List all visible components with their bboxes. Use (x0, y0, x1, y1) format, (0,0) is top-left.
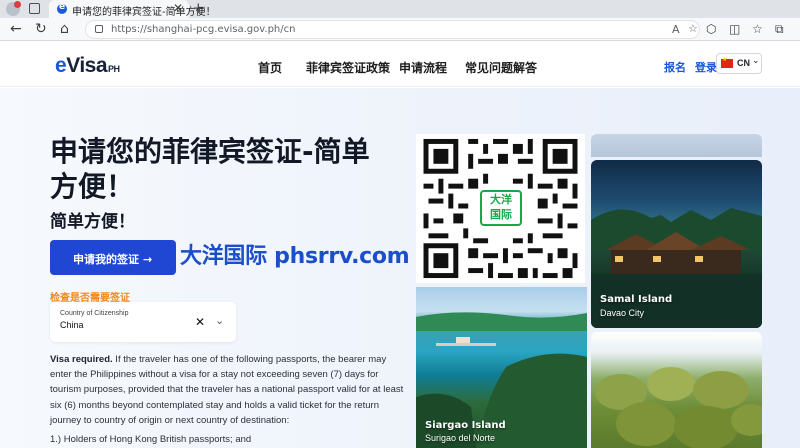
browser-toolbar: ← ↻ ⌂ https://shanghai-pcg.evisa.gov.ph/… (0, 18, 800, 41)
chocolate-hills-scene (595, 367, 762, 448)
url-text: https://shanghai-pcg.evisa.gov.ph/cn (111, 24, 296, 35)
china-flag-icon (721, 56, 733, 68)
site-favicon-icon (57, 2, 67, 14)
destination-card-samal[interactable]: Samal Island Davao City (591, 160, 762, 328)
browser-tab[interactable]: 申请您的菲律宾签证-简单方便！ ✕ (49, 0, 216, 18)
qr-logo-line2: 国际 (490, 208, 512, 221)
chevron-down-icon[interactable]: ⌄ (215, 314, 224, 327)
language-select[interactable]: CN ⌄ (716, 53, 762, 74)
siargao-location: Surigao del Norte (425, 433, 496, 443)
language-code: CN (737, 58, 750, 68)
nav-home[interactable]: 首页 (258, 59, 282, 76)
workspaces-icon[interactable] (29, 3, 40, 14)
favorite-icon[interactable]: ☆ (688, 22, 698, 35)
nav-process[interactable]: 申请流程 (399, 59, 447, 76)
clear-icon[interactable]: ✕ (195, 315, 205, 329)
tab-close-icon[interactable]: ✕ (173, 1, 183, 15)
split-screen-icon[interactable]: ◫ (729, 20, 740, 38)
logo-suffix: PH (108, 64, 120, 74)
site-header: eVisaPH 首页 菲律宾签证政策 申请流程 常见问题解答 报名 登录 CN … (0, 42, 800, 87)
new-tab-button[interactable]: + (192, 0, 205, 17)
lock-icon (95, 25, 103, 33)
samal-location: Davao City (600, 308, 645, 318)
destination-card-siargao[interactable]: Siargao Island Surigao del Norte (416, 287, 587, 448)
evisa-logo[interactable]: eVisaPH (55, 54, 120, 78)
apply-visa-button[interactable]: 申请我的签证 → (50, 240, 176, 275)
visa-notice-bold: Visa required. (50, 354, 113, 365)
logo-e: e (55, 54, 67, 77)
qr-logo-line1: 大洋 (490, 193, 512, 206)
country-field-label: Country of Citizenship (60, 310, 129, 317)
nav-faq[interactable]: 常见问题解答 (465, 59, 537, 76)
country-select[interactable]: Country of Citizenship China ✕ ⌄ (50, 302, 236, 342)
back-icon[interactable]: ← (10, 20, 22, 38)
hero-title: 申请您的菲律宾签证-简单方便！ (50, 135, 370, 203)
read-aloud-icon[interactable]: A (672, 23, 680, 36)
watermark-text: 大洋国际 phsrrv.com (180, 244, 410, 269)
qr-brand-logo: 大洋 国际 (480, 190, 522, 226)
nav-visa-policy[interactable]: 菲律宾签证政策 (306, 59, 390, 76)
siargao-title: Siargao Island (425, 420, 506, 431)
profile-icon[interactable] (6, 1, 21, 16)
qr-code: 大洋 国际 (416, 134, 585, 283)
address-bar[interactable]: https://shanghai-pcg.evisa.gov.ph/cn A ☆ (85, 20, 700, 39)
collections-icon[interactable]: ⧉ (775, 20, 784, 38)
country-field-value: China (60, 320, 84, 330)
home-icon[interactable]: ⌂ (60, 20, 69, 38)
logo-text: Visa (66, 54, 108, 77)
exemption-list-item: 1.) Holders of Hong Kong British passpor… (50, 434, 252, 445)
refresh-icon[interactable]: ↻ (35, 20, 47, 38)
arrow-right-icon: → (143, 253, 153, 266)
apply-visa-label: 申请我的签证 (73, 253, 139, 266)
destination-photo-top (591, 134, 762, 157)
samal-title: Samal Island (600, 294, 673, 305)
destination-card-chocolate-hills[interactable] (591, 332, 762, 448)
browser-tab-strip: 申请您的菲律宾签证-简单方便！ ✕ + (0, 0, 800, 18)
login-link[interactable]: 登录 (695, 59, 717, 75)
visa-notice: Visa required. If the traveler has one o… (50, 352, 410, 428)
favorites-bar-icon[interactable]: ☆ (752, 20, 763, 38)
hero-subtitle: 简单方便！ (50, 212, 135, 232)
extensions-icon[interactable]: ⬡ (706, 20, 716, 38)
signup-link[interactable]: 报名 (664, 59, 686, 75)
chevron-down-icon: ⌄ (752, 56, 760, 66)
